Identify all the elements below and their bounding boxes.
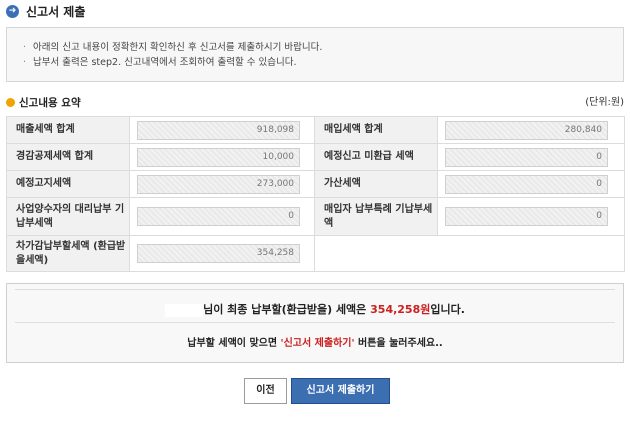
field-label: 예정신고 미환급 세액 [314, 143, 438, 171]
prev-button[interactable]: 이전 [244, 378, 287, 404]
arrow-right-icon: ➜ [6, 4, 19, 18]
table-row: 경감공제세액 합계 10,000 예정신고 미환급 세액 0 [6, 143, 625, 171]
instruction-message: 납부할 세액이 맞으면 '신고서 제출하기' 버튼을 눌러주세요.. [187, 338, 443, 349]
field-label: 매입세액 합계 [314, 116, 438, 144]
bullet-circle-icon [6, 98, 15, 107]
proxy-payment-field: 0 [137, 207, 300, 226]
notified-tax-field: 273,000 [137, 174, 300, 194]
unit-label: (단위:원) [585, 97, 624, 108]
table-row: 예정고지세액 273,000 가산세액 0 [6, 170, 625, 198]
net-payable-field: 354,258 [137, 244, 300, 263]
table-row: 사업양수자의 대리납부 기납부세액 0 매입자 납부특례 기납부세액 0 [6, 197, 625, 236]
field-label: 사업양수자의 대리납부 기납부세액 [6, 197, 130, 236]
summary-header: 신고내용 요약 (단위:원) [6, 96, 624, 110]
purchase-tax-total-field: 280,840 [445, 120, 608, 140]
empty-cell [314, 235, 625, 272]
summary-table: 매출세액 합계 918,098 매입세액 합계 280,840 경감공제세액 합… [6, 116, 625, 272]
bullet-icon: · [23, 42, 27, 53]
reduction-deduction-field: 10,000 [137, 147, 300, 167]
bullet-icon: · [23, 57, 27, 68]
table-row: 매출세액 합계 918,098 매입세액 합계 280,840 [6, 116, 625, 144]
notice-line: · 납부서 출력은 step2. 신고내역에서 조회하여 출력할 수 있습니다. [23, 57, 297, 68]
unrefunded-tax-field: 0 [445, 147, 608, 167]
final-amount-message: 님이 최종 납부할(환급받을) 세액은 354,258원입니다. [15, 301, 615, 317]
submit-return-button[interactable]: 신고서 제출하기 [291, 378, 390, 404]
field-label: 매입자 납부특례 기납부세액 [314, 197, 438, 236]
field-label: 차가감납부할세액 (환급받을세액) [6, 235, 130, 272]
divider [15, 322, 615, 323]
field-label: 매출세액 합계 [6, 116, 130, 144]
field-label: 경감공제세액 합계 [6, 143, 130, 171]
section-title: 신고내용 요약 [19, 97, 81, 109]
additional-tax-field: 0 [445, 174, 608, 194]
field-label: 예정고지세액 [6, 170, 130, 198]
buyer-special-payment-field: 0 [445, 207, 608, 226]
page-title: 신고서 제출 [26, 4, 86, 19]
table-row: 차가감납부할세액 (환급받을세액) 354,258 [6, 235, 625, 272]
notice-box: · 아래의 신고 내용이 정확한지 확인하신 후 신고서를 제출하시기 바랍니다.… [6, 27, 624, 82]
sales-tax-total-field: 918,098 [137, 120, 300, 140]
button-row: 이전 신고서 제출하기 [0, 378, 630, 404]
final-amount: 354,258원 [370, 303, 431, 316]
page-header: ➜ 신고서 제출 [6, 3, 85, 19]
field-label: 가산세액 [314, 170, 438, 198]
masked-name [165, 303, 204, 317]
result-box: 님이 최종 납부할(환급받을) 세액은 354,258원입니다. 납부할 세액이… [6, 283, 624, 363]
notice-line: · 아래의 신고 내용이 정확한지 확인하신 후 신고서를 제출하시기 바랍니다. [23, 42, 323, 53]
